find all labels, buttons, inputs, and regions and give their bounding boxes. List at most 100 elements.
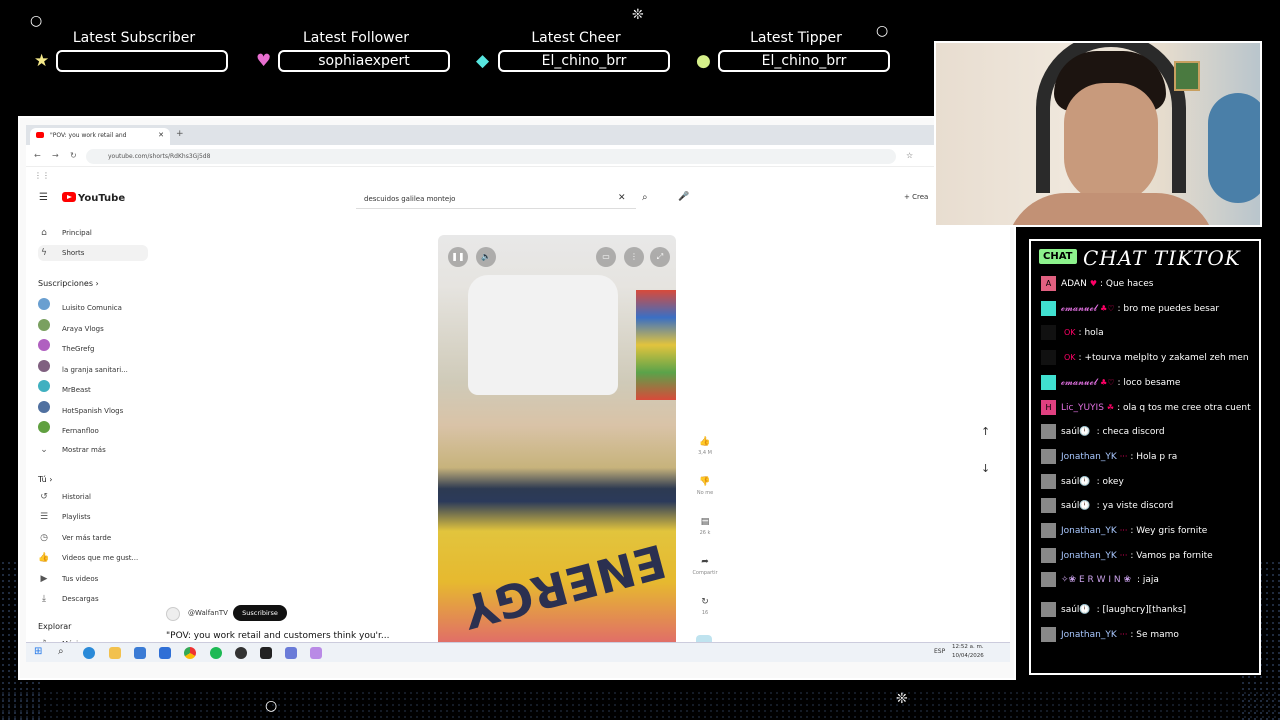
subscription-item[interactable]: HotSpanish Vlogs (38, 400, 148, 417)
like-button[interactable]: 👍 3,4 M (690, 437, 720, 456)
subscriptions-heading[interactable]: Suscripciones › (38, 279, 99, 288)
chat-username: Jonathan_YK (1061, 526, 1117, 536)
sidebar-item-principal[interactable]: ⌂ Principal (38, 225, 148, 241)
remix-count: 16 (701, 610, 709, 616)
windows-start-icon[interactable]: ⊞ (34, 646, 42, 657)
captions-icon[interactable]: ▭ (596, 247, 616, 267)
thumbs-up-icon: 👍 (699, 437, 711, 447)
playlist-icon: ☰ (39, 512, 49, 522)
subscription-item[interactable]: TheGrefg (38, 339, 148, 355)
apps-grid-icon[interactable]: ⋮⋮ (34, 171, 50, 180)
clear-search-icon[interactable]: ✕ (618, 193, 626, 203)
you-item[interactable]: ↺ Historial (38, 489, 148, 505)
you-item[interactable]: ⤓ Descargas (38, 591, 148, 607)
obs-icon[interactable] (235, 647, 247, 659)
dislike-label: No me (696, 490, 714, 496)
tray-lang[interactable]: ESP (934, 648, 945, 655)
chat-avatar (1041, 602, 1056, 618)
chat-badge: ♣♡ (1100, 303, 1115, 313)
chrome-icon[interactable] (184, 647, 196, 659)
sidebar-item-label: Principal (62, 229, 92, 237)
subscribe-button[interactable]: Suscribirse (233, 605, 287, 621)
you-heading[interactable]: Tú › (38, 475, 53, 484)
thumbs-up-icon: 👍 (38, 553, 50, 563)
you-item[interactable]: ☰ Playlists (38, 509, 148, 525)
alert-label: Latest Follower (303, 30, 409, 46)
discord-icon[interactable] (310, 647, 322, 659)
taskbar-search-icon[interactable]: ⌕ (58, 646, 64, 657)
sidebar-item-shorts[interactable]: ϟ Shorts (38, 245, 148, 261)
spotify-icon[interactable] (210, 647, 222, 659)
subscription-item[interactable]: Araya Vlogs (38, 318, 148, 335)
forward-icon[interactable]: → (52, 151, 59, 160)
show-more-button[interactable]: ⌄ Mostrar más (38, 442, 148, 458)
tray-date[interactable]: 10/04/2026 (952, 653, 984, 659)
more-options-icon[interactable]: ⋮ (624, 247, 644, 267)
menu-icon[interactable]: ☰ (39, 192, 48, 203)
fullscreen-icon[interactable]: ⤢ (650, 247, 670, 267)
chat-badge: ♥ (1089, 279, 1097, 288)
subscription-item[interactable]: Fernanfloo (38, 421, 148, 437)
pause-icon[interactable]: ❚❚ (448, 247, 468, 267)
next-video-arrow-icon[interactable]: ↓ (981, 462, 990, 475)
mic-icon[interactable]: 🎤 (678, 192, 689, 202)
volume-icon[interactable]: 🔈 (476, 247, 496, 267)
you-item[interactable]: 👍 Videos que me gust... (38, 550, 148, 566)
subscription-item[interactable]: MrBeast (38, 380, 148, 396)
channel-name[interactable]: @WalfanTV (188, 609, 228, 617)
subscription-item[interactable]: Luisito Comunica (38, 298, 148, 314)
you-item-label: Ver más tarde (62, 533, 112, 542)
chat-tag: CHAT (1039, 249, 1077, 264)
channel-avatar[interactable] (166, 607, 180, 621)
alert-1: Latest Follower ♥ sophiaexpert (256, 30, 450, 72)
tiktok-studio-icon[interactable] (260, 647, 272, 659)
bookmark-star-icon[interactable]: ☆ (906, 151, 913, 160)
comment-icon: ▤ (700, 517, 710, 527)
chat-avatar (1041, 572, 1056, 588)
create-button[interactable]: + Crea (904, 193, 928, 201)
share-button[interactable]: ➦ Compartir (690, 557, 720, 576)
chat-avatar (1041, 424, 1056, 440)
prev-video-arrow-icon[interactable]: ↑ (981, 425, 990, 438)
chat-username: 𝓮𝓶𝓪𝓷𝓾𝓮𝓵 (1061, 377, 1098, 388)
url-field[interactable]: youtube.com/shorts/RdKhs3Gj5d8 (86, 149, 896, 164)
channel-avatar (38, 421, 50, 433)
chat-message: 𝓮𝓶𝓪𝓷𝓾𝓮𝓵 ♣♡: loco besame (1041, 374, 1180, 391)
remix-button[interactable]: ↻ 16 (690, 597, 720, 616)
gem-icon: ◆ (476, 51, 490, 71)
chat-username: saúl🕛 (1061, 427, 1091, 438)
you-item-label: Historial (62, 492, 91, 501)
search-icon[interactable]: ⌕ (642, 192, 648, 203)
store-icon[interactable] (134, 647, 146, 659)
browser-tab[interactable]: "POV: you work retail and ✕ (30, 128, 170, 145)
youtube-logo[interactable]: YouTube (62, 192, 125, 204)
mail-icon[interactable] (159, 647, 171, 659)
new-tab-icon[interactable]: + (176, 129, 184, 139)
channel-avatar (38, 400, 50, 413)
back-icon[interactable]: ← (34, 151, 41, 160)
chat-message: A ADAN ♥: Que haces (1041, 276, 1153, 292)
search-input[interactable]: descuidos galilea montejo (356, 190, 636, 209)
sparkle-icon: ❊ (632, 7, 644, 23)
screen-capture: "POV: you work retail and ✕ + ← → ↻ yout… (18, 116, 1016, 680)
alert-label: Latest Subscriber (72, 30, 196, 46)
close-tab-icon[interactable]: ✕ (158, 131, 164, 139)
comments-button[interactable]: ▤ 26 k (690, 517, 720, 536)
you-item[interactable]: ▶ Tus videos (38, 571, 148, 587)
file-explorer-icon[interactable] (109, 647, 121, 659)
chat-badge: OK (1064, 353, 1076, 363)
tray-time[interactable]: 12:52 a. m. (952, 644, 984, 650)
app-icon[interactable] (285, 647, 297, 659)
you-item[interactable]: ◷ Ver más tarde (38, 530, 148, 546)
subscription-item[interactable]: la granja sanitari... (38, 359, 148, 376)
edge-icon[interactable] (83, 647, 95, 659)
reload-icon[interactable]: ↻ (70, 151, 77, 160)
chat-avatar (1041, 350, 1056, 366)
chat-avatar (1041, 523, 1056, 538)
shorts-video-player[interactable]: 5-hour ENERGY ❚❚ 🔈 ▭ ⋮ ⤢ (438, 235, 676, 658)
chat-text: : Vamos pa fornite (1130, 550, 1213, 561)
chat-username: saúl🕛 (1061, 501, 1091, 512)
dislike-button[interactable]: 👎 No me (690, 477, 720, 496)
chat-text: : jaja (1137, 575, 1159, 586)
heart-icon: ♥ (256, 51, 272, 71)
